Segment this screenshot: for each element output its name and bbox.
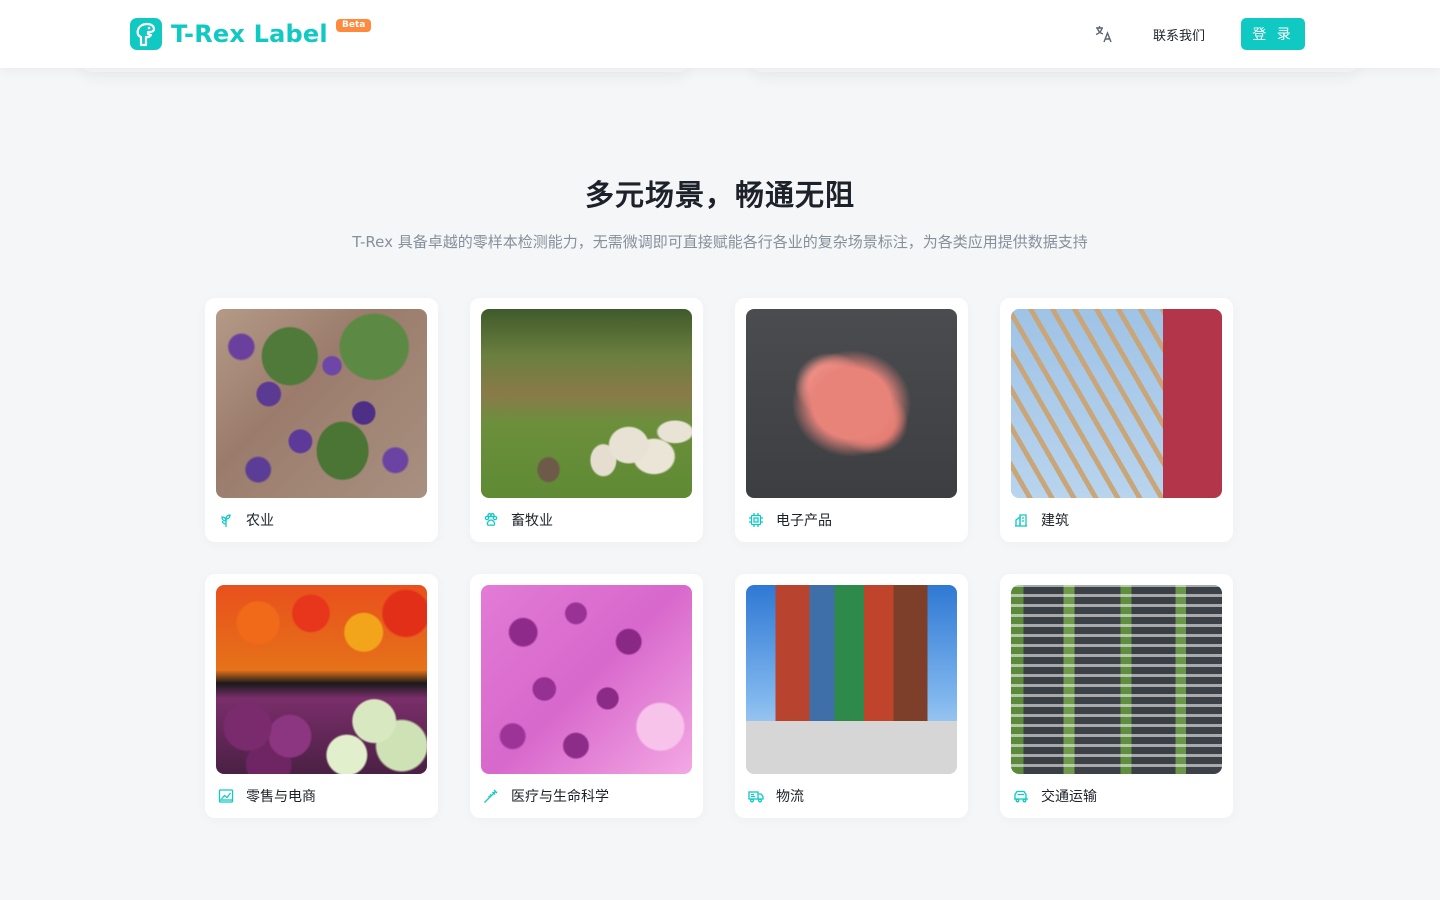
scenario-card-electronics[interactable]: 电子产品 <box>735 298 968 542</box>
chip-icon <box>748 512 764 528</box>
translate-icon[interactable] <box>1094 24 1114 44</box>
sprout-icon <box>218 512 234 528</box>
agriculture-image <box>216 309 427 498</box>
truck-icon <box>748 788 764 804</box>
retail-image <box>216 585 427 774</box>
store-chart-icon <box>218 788 234 804</box>
section-subtitle: T-Rex 具备卓越的零样本检测能力，无需微调即可直接赋能各行各业的复杂场景标注… <box>352 233 1088 251</box>
livestock-image <box>481 309 692 498</box>
scenario-label: 电子产品 <box>776 513 832 529</box>
syringe-icon <box>483 788 499 804</box>
scenario-card-logistics[interactable]: 物流 <box>735 574 968 818</box>
scenario-card-retail[interactable]: 零售与电商 <box>205 574 438 818</box>
electronics-image <box>746 309 957 498</box>
scenario-card-transportation[interactable]: 交通运输 <box>1000 574 1233 818</box>
scenario-label: 零售与电商 <box>246 789 316 805</box>
scenario-card-agriculture[interactable]: 农业 <box>205 298 438 542</box>
scenario-card-livestock[interactable]: 畜牧业 <box>470 298 703 542</box>
scenario-label: 畜牧业 <box>511 513 553 529</box>
section-title: 多元场景，畅通无阻 <box>584 178 855 212</box>
vehicle-icon <box>1013 788 1029 804</box>
brand-logo[interactable]: T-Rex Label Beta <box>130 17 372 51</box>
transportation-image <box>1011 585 1222 774</box>
scenario-label: 医疗与生命科学 <box>511 789 609 805</box>
scenario-card-medical[interactable]: 医疗与生命科学 <box>470 574 703 818</box>
scenario-label: 物流 <box>776 789 804 805</box>
scenario-label: 建筑 <box>1041 513 1069 529</box>
login-button[interactable]: 登 录 <box>1241 18 1305 50</box>
logistics-image <box>746 585 957 774</box>
construction-image <box>1011 309 1222 498</box>
trex-logo-icon <box>130 18 162 50</box>
brand-name: T-Rex Label <box>171 20 328 48</box>
contact-us-link[interactable]: 联系我们 <box>1153 25 1205 44</box>
beta-badge: Beta <box>336 19 372 32</box>
medical-image <box>481 585 692 774</box>
scenario-card-construction[interactable]: 建筑 <box>1000 298 1233 542</box>
scenario-label: 交通运输 <box>1041 789 1097 805</box>
scenario-label: 农业 <box>246 513 274 529</box>
paw-icon <box>483 512 499 528</box>
top-nav-bar: T-Rex Label Beta 联系我们 登 录 <box>0 0 1440 68</box>
scenario-grid: 农业 畜牧业 电子产品 建筑 零售与电商 医疗与生命科学 物流 交通运输 <box>205 298 1235 818</box>
building-icon <box>1013 512 1029 528</box>
